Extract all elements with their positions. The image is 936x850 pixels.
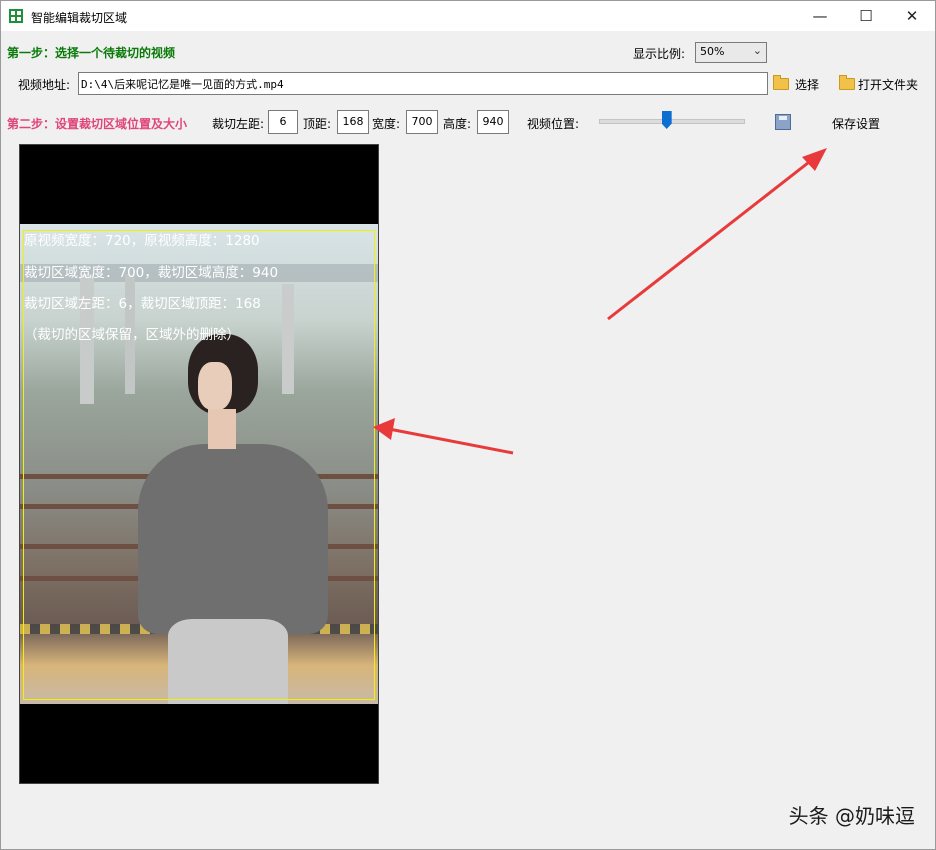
annotation-arrows [373,148,827,455]
watermark: 头条 @奶味逗 [788,804,915,828]
arrow-to-save-button [607,148,827,321]
app-window: 智能编辑裁切区域 — ☐ ✕ 第一步：选择一个待裁切的视频 显示比例: 50% … [0,0,936,850]
arrow-to-crop-frame [373,418,514,455]
